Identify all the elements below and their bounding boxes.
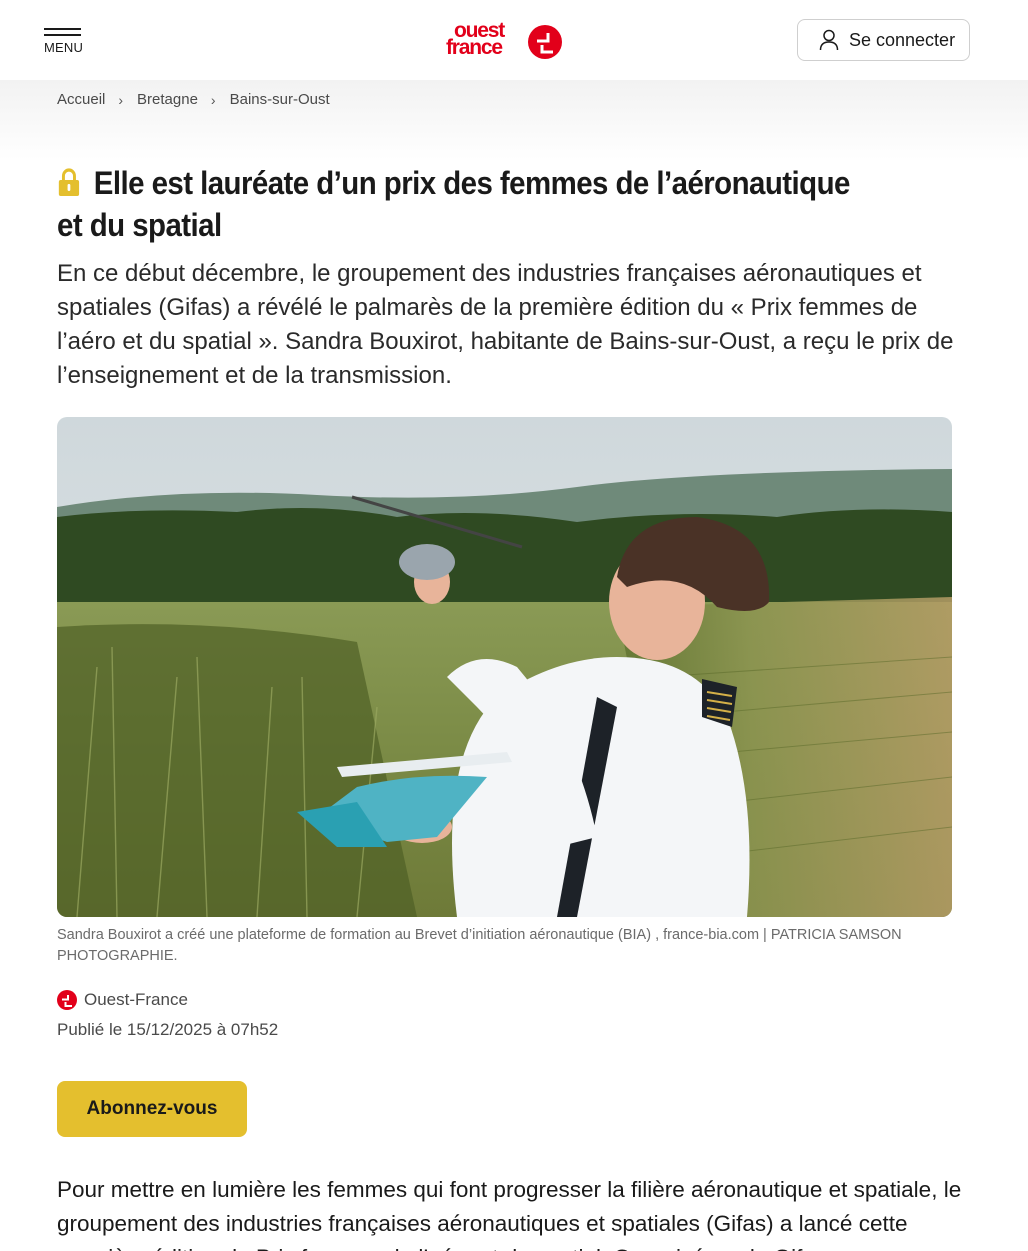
hamburger-icon (44, 28, 81, 30)
chevron-right-icon: › (118, 91, 124, 108)
article-source: Ouest-France (57, 990, 188, 1010)
user-icon (819, 29, 839, 51)
login-label: Se connecter (849, 29, 956, 50)
login-button[interactable]: Se connecter (797, 19, 970, 61)
breadcrumb: Accueil › Bretagne › Bains-sur-Oust (57, 91, 330, 108)
article-body-paragraph: Pour mettre en lumière les femmes qui fo… (57, 1177, 962, 1251)
article-title-block: Elle est lauréate d’un prix des femmes d… (57, 162, 867, 246)
breadcrumb-item-bains-sur-oust[interactable]: Bains-sur-Oust (230, 91, 330, 108)
logo-line-2: france (446, 36, 503, 59)
breadcrumb-item-accueil[interactable]: Accueil (57, 91, 105, 108)
photo-caption: Sandra Bouxirot a créé une plateforme de… (57, 927, 902, 964)
breadcrumb-item-bretagne[interactable]: Bretagne (137, 91, 198, 108)
menu-button[interactable]: MENU (44, 28, 84, 64)
article-photo (57, 417, 952, 917)
subscribe-button[interactable]: Abonnez-vous (57, 1081, 247, 1137)
lock-icon (58, 168, 80, 196)
menu-label: MENU (44, 40, 84, 55)
source-name: Ouest-France (84, 990, 188, 1009)
chevron-right-icon: › (210, 91, 216, 108)
logo-mark-icon (528, 25, 562, 59)
ouest-france-logo[interactable]: ouest france (446, 20, 566, 62)
article-title: Elle est lauréate d’un prix des femmes d… (57, 165, 850, 243)
publish-date: Publié le 15/12/2025 à 07h52 (57, 1020, 279, 1039)
ouest-france-mark-icon (57, 990, 77, 1010)
site-header: MENU ouest france Se connecter (0, 0, 1028, 80)
article-lede: En ce début décembre, le groupement des … (57, 260, 954, 389)
